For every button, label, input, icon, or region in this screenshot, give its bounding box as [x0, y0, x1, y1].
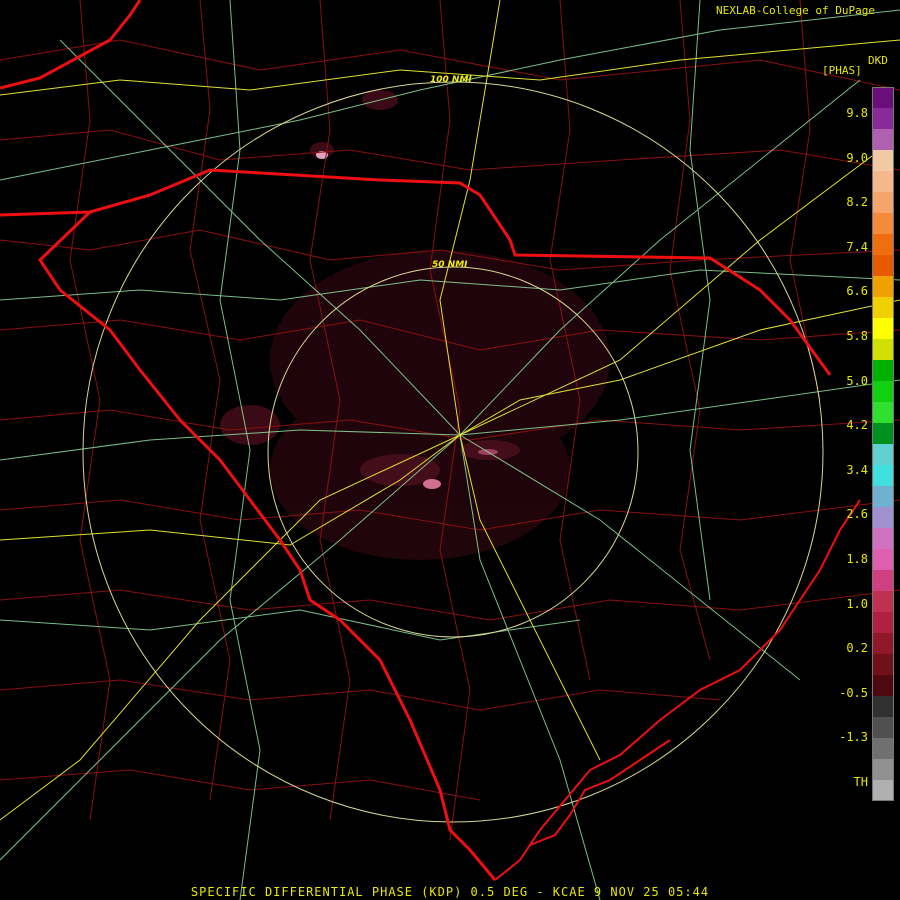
color-scale-label: 0.2 — [846, 641, 868, 656]
color-scale-label: 5.0 — [846, 373, 868, 388]
color-scale-swatch — [872, 360, 894, 382]
credit-text: NEXLAB-College of DuPage — [716, 4, 875, 17]
color-scale-label: 7.4 — [846, 239, 868, 254]
color-scale-label: 9.8 — [846, 106, 868, 120]
color-scale-swatch — [872, 675, 894, 697]
color-scale-swatch — [872, 612, 894, 634]
color-scale-swatch — [872, 129, 894, 151]
color-scale-swatch — [872, 570, 894, 592]
radar-map: 100 NMI 50 NMI — [0, 0, 900, 900]
color-scale-swatch — [872, 759, 894, 781]
color-scale-swatch — [872, 507, 894, 529]
color-scale-swatch — [872, 108, 894, 130]
color-scale-label: 3.4 — [846, 462, 868, 477]
color-scale-swatch — [872, 171, 894, 193]
color-scale-label: -1.3 — [839, 730, 868, 745]
units-label: [PHAS] — [822, 64, 862, 77]
color-scale-swatch — [872, 213, 894, 235]
color-scale-label: -0.5 — [839, 685, 868, 700]
color-scale-label: 8.2 — [846, 195, 868, 210]
color-scale-swatch — [872, 549, 894, 571]
station-id: DKD — [868, 54, 888, 67]
color-scale-swatch — [872, 423, 894, 445]
color-scale-swatch — [872, 444, 894, 466]
color-scale-swatch — [872, 717, 894, 739]
color-scale-swatch — [872, 465, 894, 487]
color-scale-label: 4.2 — [846, 418, 868, 433]
product-footer: SPECIFIC DIFFERENTIAL PHASE (KDP) 0.5 DE… — [190, 885, 710, 899]
color-scale-swatch — [872, 192, 894, 214]
color-scale-swatch — [872, 150, 894, 172]
color-scale-swatch — [872, 633, 894, 655]
color-scale-swatch — [872, 381, 894, 403]
color-scale-swatch — [872, 738, 894, 760]
color-scale-swatch — [872, 528, 894, 550]
color-scale-swatch — [872, 654, 894, 676]
ring-label-100: 100 NMI — [430, 75, 472, 85]
color-scale-swatch — [872, 276, 894, 298]
color-scale-swatch — [872, 696, 894, 718]
color-scale-label: 5.8 — [846, 329, 868, 343]
color-scale-label: 1.8 — [846, 552, 868, 566]
color-scale-bar — [872, 87, 894, 801]
color-scale-label: 6.6 — [846, 284, 868, 299]
color-scale-label: 2.6 — [846, 507, 868, 522]
color-scale-label: 9.0 — [846, 150, 868, 165]
color-scale-swatch — [872, 255, 894, 277]
color-scale-swatch — [872, 234, 894, 256]
color-scale-swatch — [872, 486, 894, 508]
ring-label-50: 50 NMI — [432, 260, 468, 270]
color-scale-label: TH — [853, 775, 868, 789]
color-scale-swatch — [872, 402, 894, 424]
color-scale-swatch — [872, 780, 894, 801]
color-scale-label: 1.0 — [846, 596, 868, 611]
color-scale-swatch — [872, 297, 894, 319]
color-scale-swatch — [872, 339, 894, 361]
color-scale-swatch — [872, 318, 894, 340]
color-scale-swatch — [872, 87, 894, 109]
color-scale-swatch — [872, 591, 894, 613]
